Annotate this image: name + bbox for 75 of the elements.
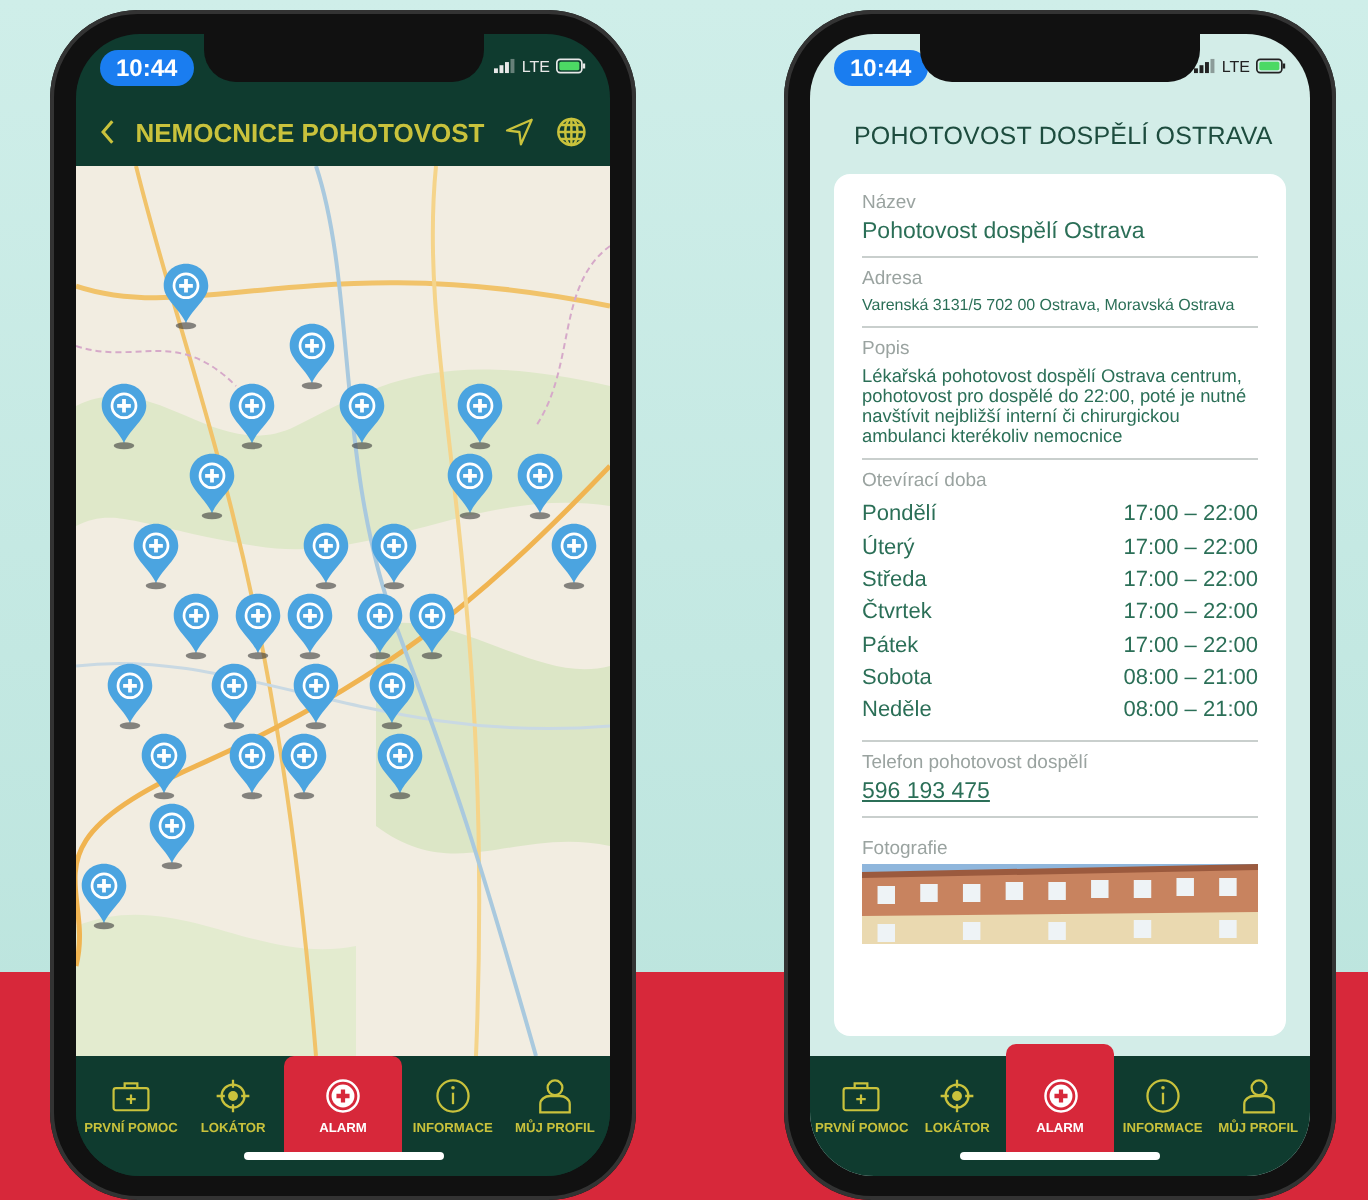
battery-icon bbox=[1256, 58, 1286, 74]
map-pin-icon[interactable] bbox=[550, 522, 598, 590]
field-label: Popis bbox=[862, 338, 912, 360]
network-label: LTE bbox=[1221, 57, 1250, 75]
crosshair-icon bbox=[214, 1078, 253, 1114]
field-label: Otevírací doba bbox=[862, 470, 989, 493]
map-pin-icon[interactable] bbox=[356, 592, 404, 660]
map-pin-icon[interactable] bbox=[376, 732, 424, 800]
battery-icon bbox=[556, 58, 586, 74]
map-pin-icon[interactable] bbox=[446, 452, 494, 520]
status-time: 10:44 bbox=[834, 50, 928, 86]
opening-hours: 08:00 – 21:00 bbox=[1123, 696, 1258, 727]
day-label: Středa bbox=[862, 566, 927, 597]
map-pin-icon[interactable] bbox=[140, 732, 188, 800]
day-label: Pátek bbox=[862, 631, 919, 662]
opening-hours: 17:00 – 22:00 bbox=[1123, 533, 1258, 564]
map-pin-icon[interactable] bbox=[234, 592, 282, 660]
phone-link[interactable]: 596 193 475 bbox=[862, 779, 990, 804]
map-pin-icon[interactable] bbox=[80, 862, 128, 930]
field-label: Telefon pohotovost dospělí bbox=[862, 751, 1091, 774]
opening-hours: 17:00 – 22:00 bbox=[1123, 500, 1258, 531]
field-value: Varenská 3131/5 702 00 Ostrava, Moravská Ostrava bbox=[862, 296, 1237, 314]
day-label: Čtvrtek bbox=[862, 596, 932, 629]
map-pin-icon[interactable] bbox=[162, 262, 210, 330]
map-pin-icon[interactable] bbox=[288, 322, 336, 390]
info-icon bbox=[433, 1078, 472, 1114]
day-label: Pondělí bbox=[862, 500, 937, 531]
map-pin-icon[interactable] bbox=[148, 802, 196, 870]
map-pin-icon[interactable] bbox=[228, 732, 276, 800]
first-aid-kit-icon bbox=[842, 1078, 881, 1114]
crosshair-icon bbox=[938, 1078, 977, 1114]
map-pin-icon[interactable] bbox=[286, 592, 334, 660]
signal-icon bbox=[493, 58, 516, 74]
map-pin-icon[interactable] bbox=[456, 382, 504, 450]
day-label: Úterý bbox=[862, 533, 915, 564]
map-pin-icon[interactable] bbox=[132, 522, 180, 590]
opening-hours: 17:00 – 22:00 bbox=[1123, 598, 1258, 629]
map-pin-icon[interactable] bbox=[188, 452, 236, 520]
map-pin-icon[interactable] bbox=[302, 522, 350, 590]
map-pin-icon[interactable] bbox=[368, 662, 416, 730]
map-pin-icon[interactable] bbox=[106, 662, 154, 730]
back-icon[interactable] bbox=[100, 118, 116, 146]
day-label: Sobota bbox=[862, 663, 932, 694]
user-icon bbox=[535, 1078, 574, 1114]
map-pin-icon[interactable] bbox=[516, 452, 564, 520]
status-time: 10:44 bbox=[100, 50, 194, 86]
field-label: Fotografie bbox=[862, 837, 948, 860]
map-pin-icon[interactable] bbox=[292, 662, 340, 730]
screen-title: NEMOCNICE POHOTOVOST bbox=[135, 117, 485, 147]
map-pin-icon[interactable] bbox=[210, 662, 258, 730]
plus-circle-icon bbox=[323, 1078, 362, 1114]
navigation-icon[interactable] bbox=[504, 114, 536, 150]
opening-hours: 08:00 – 21:00 bbox=[1123, 663, 1258, 694]
field-value: Pohotovost dospělí Ostrava bbox=[862, 220, 1147, 244]
user-icon bbox=[1239, 1078, 1278, 1114]
map-pin-icon[interactable] bbox=[338, 382, 386, 450]
field-label: Název bbox=[862, 192, 918, 214]
plus-circle-icon bbox=[1041, 1078, 1079, 1114]
screen-title: POHOTOVOST DOSPĚLÍ OSTRAVA bbox=[854, 122, 1273, 150]
field-value: Lékařská pohotovost dospělí Ostrava centrum, pohotovost pro dospělé do 22:00, poté je nutné navštívit nejbližší interní či chirurgickou ambulanci kterékoliv nemocnice bbox=[862, 366, 1249, 447]
map-pin-icon[interactable] bbox=[408, 592, 456, 660]
map-pin-icon[interactable] bbox=[100, 382, 148, 450]
map-pin-icon[interactable] bbox=[370, 522, 418, 590]
first-aid-kit-icon bbox=[112, 1078, 151, 1114]
signal-icon bbox=[1193, 58, 1216, 74]
opening-hours: 17:00 – 22:00 bbox=[1123, 631, 1258, 662]
opening-hours: 17:00 – 22:00 bbox=[1123, 566, 1258, 597]
globe-icon[interactable] bbox=[555, 114, 586, 150]
map-pin-icon[interactable] bbox=[172, 592, 220, 660]
day-label: Neděle bbox=[862, 696, 932, 727]
map-pin-icon[interactable] bbox=[280, 732, 328, 800]
map-pin-icon[interactable] bbox=[228, 382, 276, 450]
network-label: LTE bbox=[521, 57, 550, 75]
field-label: Adresa bbox=[862, 268, 925, 290]
info-icon bbox=[1143, 1078, 1182, 1114]
